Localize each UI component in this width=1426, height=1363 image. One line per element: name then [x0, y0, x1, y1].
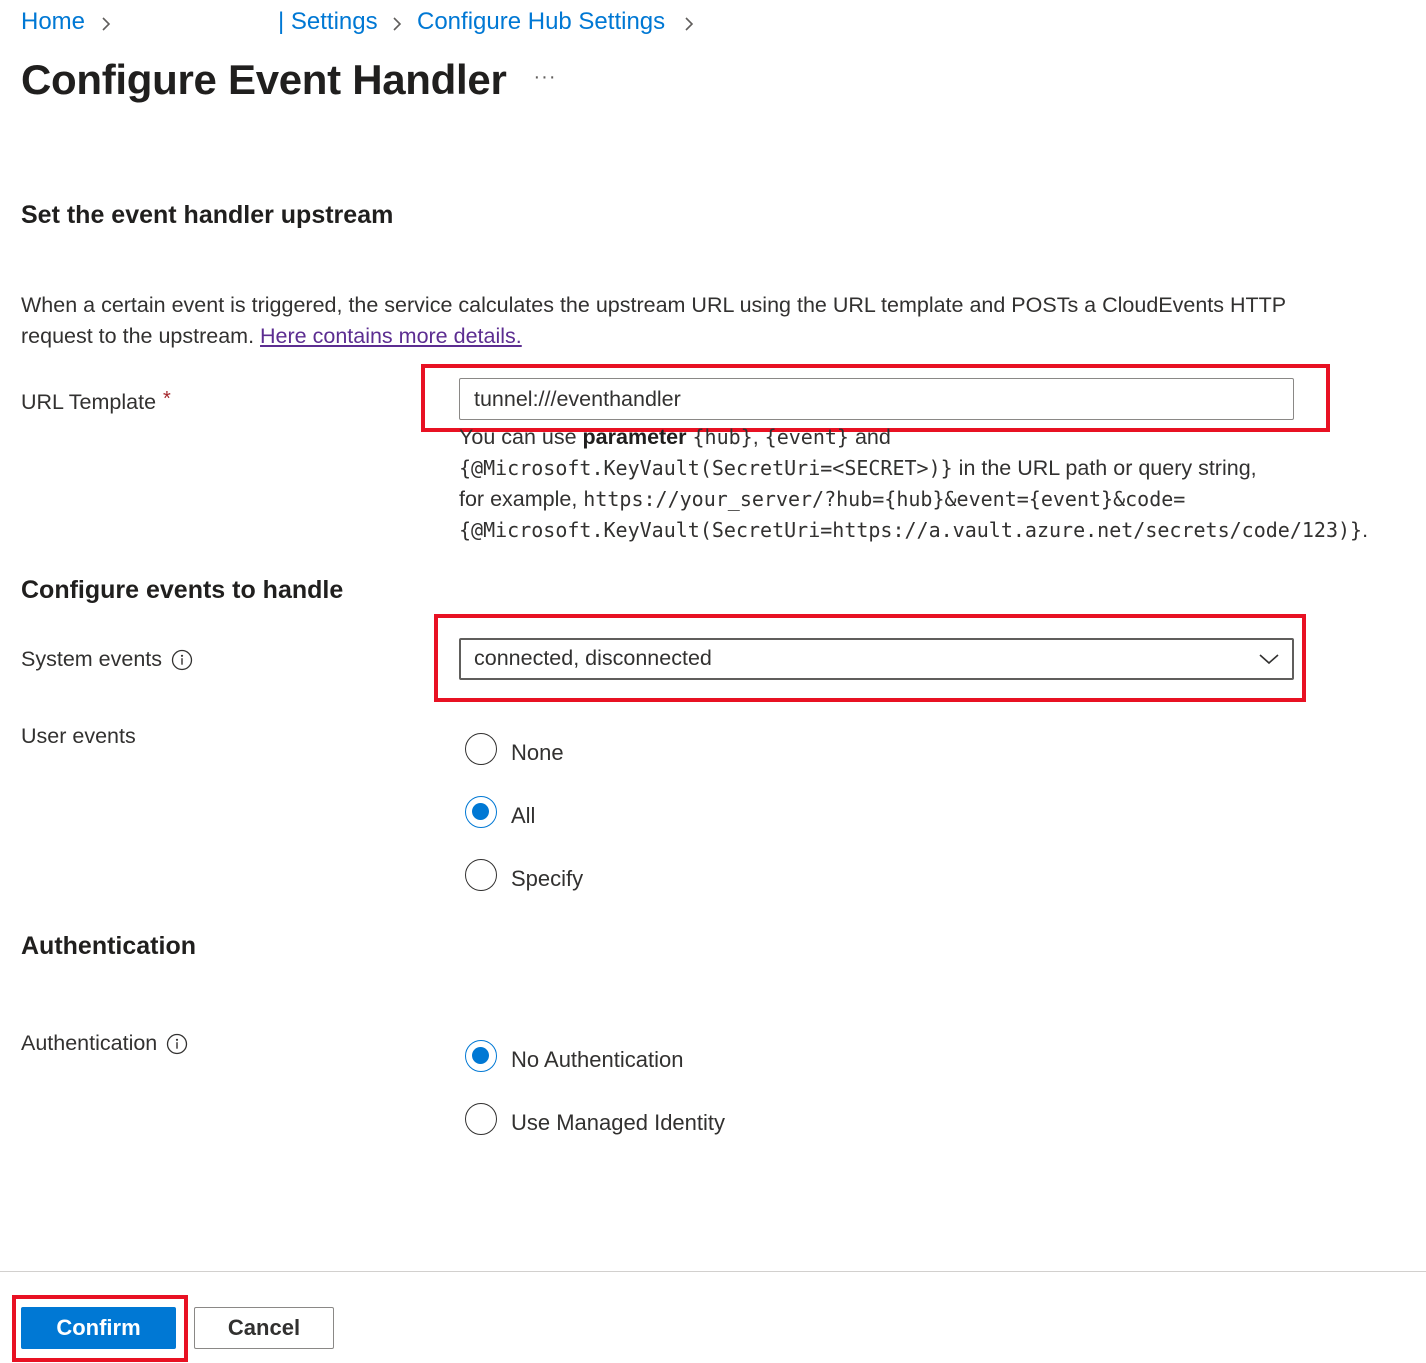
radio-circle[interactable] — [465, 859, 497, 891]
chevron-right-icon — [96, 10, 118, 38]
radio-circle[interactable] — [465, 733, 497, 765]
section-title-upstream: Set the event handler upstream — [21, 201, 394, 229]
authentication-label-text: Authentication — [21, 1031, 158, 1055]
breadcrumb-settings[interactable]: | Settings — [278, 8, 378, 36]
breadcrumb-configure-hub-settings[interactable]: Configure Hub Settings — [417, 8, 665, 36]
info-icon[interactable] — [171, 649, 193, 671]
chevron-right-icon — [387, 10, 409, 38]
system-events-value: connected, disconnected — [474, 646, 712, 670]
radio-use-managed-identity[interactable]: Use Managed Identity — [465, 1103, 725, 1135]
radio-circle-checked[interactable] — [465, 796, 497, 828]
radio-circle[interactable] — [465, 1103, 497, 1135]
upstream-description-text: When a certain event is triggered, the s… — [21, 293, 1286, 348]
radio-circle-checked[interactable] — [465, 1040, 497, 1072]
chevron-right-icon — [679, 10, 701, 38]
radio-label: None — [511, 740, 564, 765]
more-details-link[interactable]: Here contains more details. — [260, 324, 522, 348]
system-events-dropdown[interactable]: connected, disconnected — [459, 638, 1294, 680]
page-title: Configure Event Handler — [21, 56, 507, 103]
section-title-authentication: Authentication — [21, 932, 196, 960]
url-template-label-text: URL Template — [21, 390, 157, 414]
help-line-1: You can use parameter {hub}, {event} and — [459, 425, 891, 449]
system-events-label: System events — [21, 647, 193, 672]
radio-no-authentication[interactable]: No Authentication — [465, 1040, 683, 1072]
radio-user-events-none[interactable]: None — [465, 733, 564, 765]
confirm-button[interactable]: Confirm — [21, 1307, 176, 1349]
radio-user-events-specify[interactable]: Specify — [465, 859, 583, 891]
cancel-button[interactable]: Cancel — [194, 1307, 334, 1349]
url-template-input[interactable] — [459, 378, 1294, 420]
more-options-button[interactable]: ··· — [530, 66, 560, 96]
url-template-help: You can use parameter {hub}, {event} and… — [459, 422, 1419, 546]
footer-divider — [0, 1271, 1426, 1272]
section-title-events: Configure events to handle — [21, 576, 344, 604]
chevron-down-icon — [1258, 650, 1280, 668]
system-events-label-text: System events — [21, 647, 162, 671]
help-line-4: {@Microsoft.KeyVault(SecretUri=https://a… — [459, 518, 1369, 542]
required-marker: * — [163, 388, 171, 410]
radio-label: All — [511, 803, 536, 828]
info-icon[interactable] — [166, 1033, 188, 1055]
help-line-2: {@Microsoft.KeyVault(SecretUri=<SECRET>)… — [459, 456, 1257, 480]
authentication-label: Authentication — [21, 1031, 188, 1056]
breadcrumb-home[interactable]: Home — [21, 8, 85, 36]
user-events-label-text: User events — [21, 724, 136, 748]
radio-label: Specify — [511, 866, 584, 891]
upstream-description: When a certain event is triggered, the s… — [21, 290, 1321, 352]
user-events-label: User events — [21, 724, 136, 749]
radio-user-events-all[interactable]: All — [465, 796, 535, 828]
radio-label: No Authentication — [511, 1047, 684, 1072]
help-line-3: for example, https://your_server/?hub={h… — [459, 487, 1186, 511]
url-template-label: URL Template * — [21, 388, 171, 415]
radio-label: Use Managed Identity — [511, 1110, 726, 1135]
